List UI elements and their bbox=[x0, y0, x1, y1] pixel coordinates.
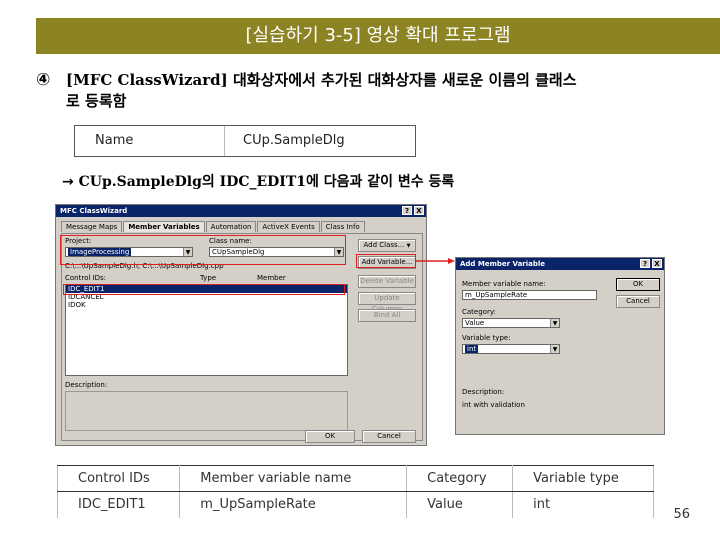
cell-variable-type: int bbox=[533, 497, 551, 513]
add-member-titlebar: Add Member Variable ? X bbox=[456, 258, 664, 270]
category-label: Category: bbox=[462, 308, 496, 316]
result-table: Control IDs Member variable name Categor… bbox=[57, 465, 654, 518]
close-button[interactable]: X bbox=[652, 259, 662, 268]
add-member-ok-button[interactable]: OK bbox=[616, 278, 660, 291]
member-name-input[interactable]: m_UpSampleRate bbox=[462, 290, 597, 300]
cell-control-id: IDC_EDIT1 bbox=[57, 491, 181, 518]
chevron-down-icon[interactable]: ▼ bbox=[550, 319, 559, 327]
add-member-description-label: Description: bbox=[462, 388, 505, 396]
member-name-label: Member variable name: bbox=[462, 280, 546, 288]
add-member-dialog: Add Member Variable ? X Member variable … bbox=[455, 257, 665, 435]
header-control-ids: Control IDs bbox=[57, 465, 181, 492]
table-header-row: Control IDs Member variable name Categor… bbox=[57, 465, 654, 492]
page-number: 56 bbox=[673, 507, 690, 522]
variable-type-combo[interactable]: int ▼ bbox=[462, 344, 560, 354]
add-member-description-value: int with validation bbox=[462, 401, 525, 409]
cell-member-name: m_UpSampleRate bbox=[179, 491, 408, 518]
add-member-cancel-button[interactable]: Cancel bbox=[616, 295, 660, 308]
header-member-variable-name: Member variable name bbox=[179, 465, 408, 492]
cell-category: Value bbox=[406, 491, 514, 518]
category-combo[interactable]: Value ▼ bbox=[462, 318, 560, 328]
variable-type-value: int bbox=[465, 345, 479, 353]
help-button[interactable]: ? bbox=[640, 259, 650, 268]
header-category: Category bbox=[406, 465, 514, 492]
category-value: Value bbox=[465, 319, 485, 327]
variable-type-label: Variable type: bbox=[462, 334, 511, 342]
header-variable-type: Variable type bbox=[512, 465, 654, 492]
table-row: IDC_EDIT1 m_UpSampleRate Value int bbox=[57, 491, 654, 518]
chevron-down-icon[interactable]: ▼ bbox=[550, 345, 559, 353]
add-member-title: Add Member Variable bbox=[460, 260, 546, 268]
